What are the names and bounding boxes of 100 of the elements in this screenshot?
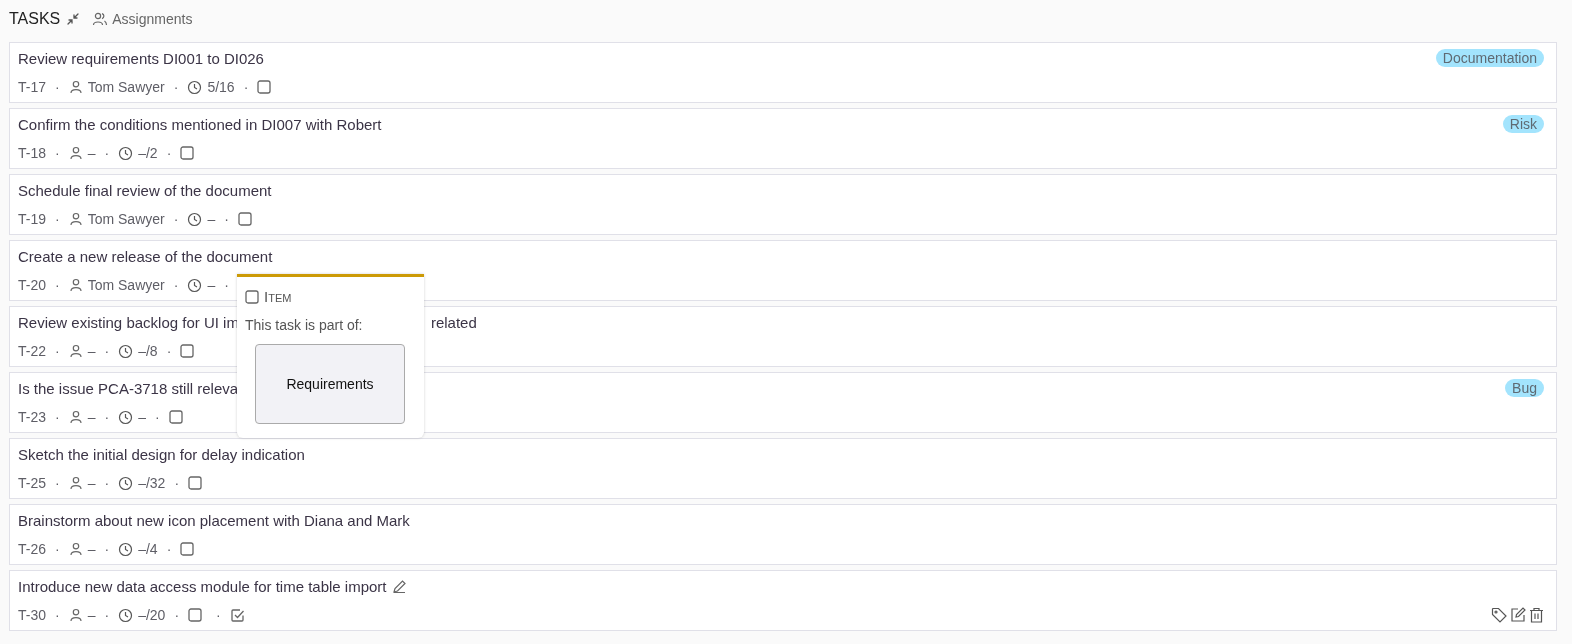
assignee: – [87, 541, 96, 557]
time-estimate: –/20 [138, 607, 166, 623]
pencil-icon[interactable] [391, 578, 407, 594]
edit-icon[interactable] [1510, 607, 1526, 623]
time-estimate: – [138, 409, 146, 425]
task-id: T-22 [18, 343, 46, 359]
assignee: Tom Sawyer [87, 277, 165, 293]
person-icon [68, 80, 83, 94]
clock-icon [118, 343, 134, 359]
separator-dot: · [216, 607, 221, 623]
clock-icon [118, 475, 134, 491]
clock-icon [187, 211, 203, 227]
people-icon [92, 12, 109, 26]
tag-badge[interactable]: Risk [1502, 115, 1544, 133]
separator-dot: · [224, 211, 229, 227]
separator-dot: · [104, 145, 110, 161]
separator-dot: · [174, 475, 180, 491]
task-title: Review requirements DI001 to DI026 [18, 49, 264, 67]
separator-dot: · [55, 145, 60, 161]
separator-dot: · [55, 409, 60, 425]
separator-dot: · [104, 475, 110, 491]
separator-dot: · [174, 607, 180, 623]
separator-dot: · [55, 277, 60, 293]
checkbox-icon[interactable] [180, 146, 195, 160]
assignee: Tom Sawyer [87, 79, 165, 95]
parent-button[interactable]: Requirements [255, 344, 405, 424]
time-estimate: 5/16 [207, 79, 235, 95]
task-card[interactable]: Sketch the initial design for delay indication T-25 · – · –/32 · [9, 438, 1557, 499]
checkbox-icon[interactable] [180, 344, 195, 358]
checkbox-icon[interactable] [257, 80, 272, 94]
separator-dot: · [243, 79, 249, 95]
task-id: T-23 [18, 409, 46, 425]
separator-dot: · [55, 343, 60, 359]
checkbox-icon[interactable] [188, 608, 203, 622]
clock-icon [118, 607, 134, 623]
assignments-link[interactable]: Assignments [92, 11, 193, 27]
clock-icon [187, 79, 203, 95]
separator-dot: · [55, 541, 60, 557]
separator-dot: · [104, 541, 110, 557]
tag-badge[interactable]: Bug [1505, 379, 1544, 397]
checkbox-icon [245, 289, 259, 304]
separator-dot: · [55, 79, 60, 95]
clock-icon [118, 409, 134, 425]
task-card[interactable]: Schedule final review of the document T-19 · Tom Sawyer · – · [9, 174, 1557, 235]
assignee: – [87, 475, 96, 491]
popup-text: This task is part of: [245, 317, 364, 333]
clock-icon [187, 277, 203, 293]
time-estimate: –/2 [138, 145, 158, 161]
person-icon [68, 212, 83, 226]
task-title: Brainstorm about new icon placement with Diana and Mark [18, 511, 410, 529]
task-card[interactable]: Review requirements DI001 to DI026 Documentation T-17 · Tom Sawyer · 5/16 · [9, 42, 1557, 103]
tag-badge[interactable]: Documentation [1435, 49, 1544, 67]
task-title: Confirm the conditions mentioned in DI007 with Robert [18, 115, 382, 133]
separator-dot: · [173, 277, 179, 293]
task-card[interactable]: Brainstorm about new icon placement with Diana and Mark T-26 · – · –/4 · [9, 504, 1557, 565]
person-icon [68, 608, 83, 622]
task-card[interactable]: Confirm the conditions mentioned in DI007 with Robert Risk T-18 · – · –/2 · [9, 108, 1557, 169]
checkbox-icon[interactable] [237, 212, 252, 226]
time-estimate: –/32 [138, 475, 166, 491]
task-card[interactable]: Introduce new data access module for time table import T-30 · – · –/20 · · [9, 570, 1557, 631]
task-id: T-20 [18, 277, 46, 293]
task-id: T-30 [18, 607, 46, 623]
collapse-icon[interactable] [66, 12, 81, 26]
task-title: Sketch the initial design for delay indication [18, 445, 305, 463]
person-icon [68, 344, 83, 358]
task-id: T-18 [18, 145, 46, 161]
checkbox-icon[interactable] [168, 410, 183, 424]
checked-box-icon[interactable] [229, 607, 245, 623]
separator-dot: · [55, 475, 60, 491]
checkbox-icon[interactable] [188, 476, 203, 490]
trash-icon[interactable] [1529, 607, 1544, 623]
time-estimate: –/8 [138, 343, 158, 359]
separator-dot: · [173, 79, 179, 95]
task-title: Introduce new data access module for time table import [18, 577, 387, 595]
person-icon [68, 410, 83, 424]
time-estimate: – [207, 277, 216, 293]
assignee: – [87, 343, 96, 359]
task-title: related [430, 313, 477, 331]
separator-dot: · [55, 211, 60, 227]
checkbox-icon[interactable] [180, 542, 195, 556]
time-estimate: –/4 [138, 541, 158, 557]
assignee: – [87, 145, 96, 161]
person-icon [68, 476, 83, 490]
separator-dot: · [224, 277, 229, 293]
person-icon [68, 542, 83, 556]
clock-icon [118, 541, 134, 557]
separator-dot: · [166, 541, 172, 557]
separator-dot: · [104, 343, 110, 359]
task-id: T-19 [18, 211, 46, 227]
assignee: Tom Sawyer [87, 211, 165, 227]
clock-icon [118, 145, 134, 161]
person-icon [68, 278, 83, 292]
time-estimate: – [207, 211, 216, 227]
separator-dot: · [154, 409, 160, 425]
separator-dot: · [104, 409, 110, 425]
assignee: – [87, 409, 96, 425]
tag-icon[interactable] [1491, 607, 1507, 623]
task-title: Is the issue PCA-3718 still releva [18, 379, 239, 397]
task-id: T-26 [18, 541, 46, 557]
separator-dot: · [173, 211, 179, 227]
